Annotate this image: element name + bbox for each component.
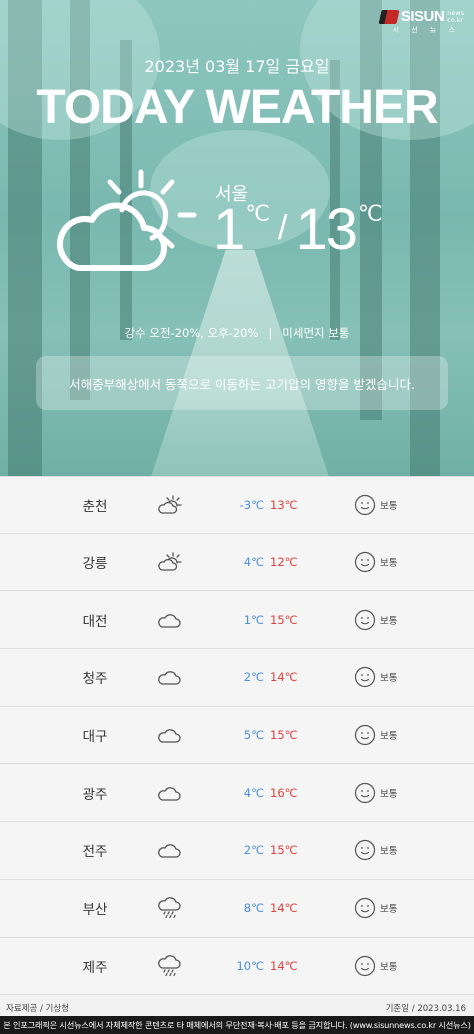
row-low-temp: 8℃ [243, 901, 264, 916]
row-high-temp: 14℃ [270, 958, 298, 973]
row-dust-level: 보통 [380, 615, 398, 627]
table-row: 전주 2℃ 15℃ 보통 [0, 822, 474, 880]
row-city: 부산 [82, 902, 108, 919]
smiley-face-icon [354, 666, 376, 688]
row-high-temp: 15℃ [270, 612, 298, 627]
row-low-temp: 1℃ [243, 612, 264, 627]
smiley-face-icon [354, 839, 376, 861]
copyright-footer: 본 인포그래픽은 시선뉴스에서 자체제작한 콘텐츠로 타 매체에서의 무단전재·… [0, 1016, 474, 1034]
hero-banner: SISUN news co.kr 시 선 뉴 스 2023년 03월 17일 금… [0, 0, 474, 476]
row-low-temp: 2℃ [243, 670, 264, 685]
cloud-icon [156, 782, 184, 804]
smiley-face-icon [354, 494, 376, 516]
row-dust-level: 보통 [380, 673, 398, 685]
table-row: 강릉 4℃ 12℃ 보통 [0, 533, 474, 592]
rain-icon [156, 897, 184, 919]
brand-mark-icon [378, 9, 400, 24]
row-city: 춘천 [82, 498, 108, 515]
main-low-unit: ℃ [245, 201, 270, 226]
row-dust-level: 보통 [380, 846, 398, 858]
row-dust-level: 보통 [380, 788, 398, 800]
row-high-temp: 13℃ [270, 497, 298, 512]
city-weather-table: 춘천 -3℃ 13℃ 보통 강릉 4℃ 12℃ 보통 대전 1℃ 15℃ 보통 청주 2℃ 14℃ 보통 대구 5… [0, 476, 474, 996]
table-row: 청주 2℃ 14℃ 보통 [0, 649, 474, 707]
row-low-temp: 4℃ [243, 555, 264, 570]
row-high-temp: 15℃ [270, 843, 298, 858]
date-text: 2023년 03월 17일 금요일 [144, 57, 330, 76]
cloud-icon [156, 839, 184, 861]
row-city: 강릉 [82, 556, 108, 573]
main-temperature: 1℃/13℃ [213, 196, 383, 263]
table-row: 대구 5℃ 15℃ 보통 [0, 706, 474, 765]
row-dust-level: 보통 [380, 961, 398, 973]
row-low-temp: 5℃ [243, 728, 264, 743]
weather-summary: 서해중부해상에서 동쪽으로 이동하는 고기압의 영향을 받겠습니다. [36, 356, 448, 410]
smiley-face-icon [354, 609, 376, 631]
fine-dust-text: 미세먼지 보통 [282, 326, 350, 340]
row-city: 광주 [82, 786, 108, 803]
smiley-face-icon [354, 782, 376, 804]
smiley-face-icon [354, 955, 376, 977]
row-high-temp: 12℃ [270, 555, 298, 570]
row-city: 전주 [82, 844, 108, 861]
table-row: 춘천 -3℃ 13℃ 보통 [0, 476, 474, 534]
row-city: 제주 [82, 959, 108, 976]
main-high-temp: 13 [295, 197, 357, 262]
precipitation-info: 강수 오전-20%, 오후-20% | 미세먼지 보통 [0, 325, 474, 341]
row-dust-level: 보통 [380, 558, 398, 570]
temp-slash: / [277, 209, 288, 247]
info-separator: | [268, 326, 273, 340]
row-dust-level: 보통 [380, 904, 398, 916]
main-low-temp: 1 [213, 197, 245, 262]
row-low-temp: 2℃ [243, 843, 264, 858]
row-low-temp: 4℃ [243, 785, 264, 800]
row-high-temp: 14℃ [270, 901, 298, 916]
table-row: 대전 1℃ 15℃ 보통 [0, 591, 474, 650]
data-source: 자료제공 / 기상청 [6, 1004, 70, 1014]
row-city: 청주 [82, 671, 108, 688]
row-high-temp: 14℃ [270, 670, 298, 685]
cloud-icon [156, 609, 184, 631]
precipitation-text: 강수 오전-20%, 오후-20% [124, 326, 259, 340]
table-row: 제주 10℃ 14℃ 보통 [0, 937, 474, 996]
smiley-face-icon [354, 551, 376, 573]
cloud-icon [156, 724, 184, 746]
smiley-face-icon [354, 724, 376, 746]
row-city: 대구 [82, 729, 108, 746]
partly-cloudy-icon [156, 494, 184, 516]
brand-domain: co.kr [447, 15, 464, 24]
row-high-temp: 16℃ [270, 785, 298, 800]
partly-cloudy-icon [57, 169, 197, 271]
cloud-icon [156, 666, 184, 688]
reference-date: 기준일 / 2023.03.16 [385, 1004, 466, 1014]
partly-cloudy-icon [156, 551, 184, 573]
row-city: 대전 [82, 613, 108, 630]
brand-name: SISUN [400, 8, 445, 25]
brand-subtitle: 시 선 뉴 스 [392, 26, 460, 34]
rain-icon [156, 955, 184, 977]
table-row: 부산 8℃ 14℃ 보통 [0, 879, 474, 938]
smiley-face-icon [354, 897, 376, 919]
row-low-temp: 10℃ [236, 958, 264, 973]
brand-logo: SISUN news co.kr [378, 8, 464, 25]
row-dust-level: 보통 [380, 731, 398, 743]
page-title: TODAY WEATHER [36, 81, 438, 134]
row-dust-level: 보통 [380, 500, 398, 512]
main-high-unit: ℃ [357, 201, 383, 226]
table-row: 광주 4℃ 16℃ 보통 [0, 764, 474, 823]
row-high-temp: 15℃ [270, 728, 298, 743]
row-low-temp: -3℃ [239, 497, 264, 512]
